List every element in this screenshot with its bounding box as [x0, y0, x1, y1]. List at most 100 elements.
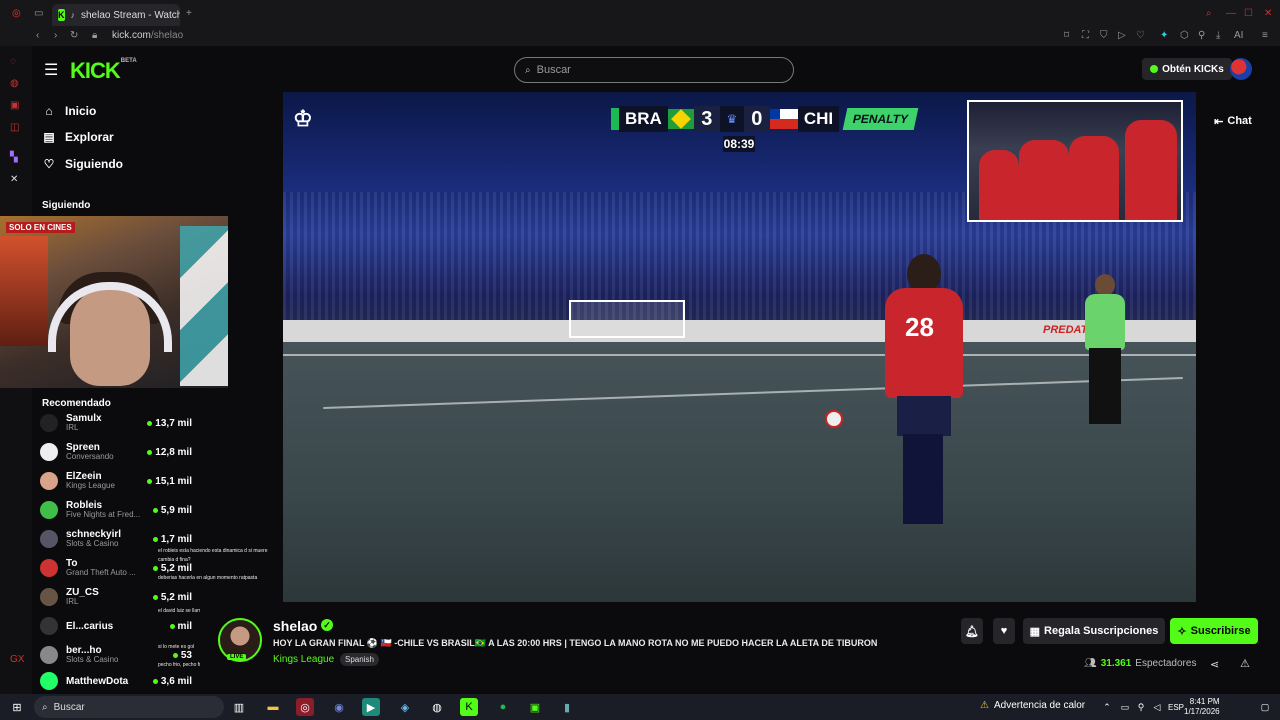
close-window-icon[interactable]: ✕ [1264, 8, 1272, 19]
channel-name[interactable]: shelao [273, 618, 317, 634]
url-field[interactable]: kick.com/shelao [112, 30, 183, 41]
x-icon[interactable]: ✕ [10, 174, 18, 185]
recommended-channel[interactable]: Samulx IRL 13,7 mil [40, 409, 192, 437]
recommended-channel[interactable]: MatthewDota 3,6 mil [40, 670, 192, 692]
obs-icon[interactable]: ◍ [428, 698, 446, 716]
clock[interactable]: 8:41 PM 1/17/2026 [1184, 697, 1220, 716]
kick-icon[interactable]: ▣ [526, 698, 544, 716]
discord-icon[interactable]: ◉ [330, 698, 348, 716]
tab-menu-icon[interactable]: ▭ [34, 8, 43, 19]
recommended-channel[interactable]: Spreen Conversando 12,8 mil [40, 438, 192, 466]
recommended-channel[interactable]: ElZeein Kings League 15,1 mil [40, 467, 192, 495]
get-kicks-button[interactable]: Obtén KICKs [1142, 58, 1232, 80]
shield-icon[interactable]: ⛉ [1100, 30, 1108, 41]
stream-category[interactable]: Kings League [273, 654, 334, 665]
steam-icon[interactable]: ◈ [396, 698, 414, 716]
share-icon[interactable]: ⋖ [1210, 658, 1219, 671]
nav-item-home[interactable]: ⌂ Inicio [42, 104, 96, 118]
taskbar-search[interactable]: ⌕ Buscar [34, 696, 224, 718]
task-view-icon[interactable]: ▥ [230, 698, 248, 716]
minimize-icon[interactable]: — [1226, 8, 1236, 19]
channel-category: Kings League [66, 482, 115, 491]
opera-gx-icon[interactable]: ◎ [296, 698, 314, 716]
follow-heart-button[interactable]: ♥ [993, 618, 1015, 644]
search-bar[interactable]: ⌕ [514, 57, 794, 83]
extension-icon[interactable]: ✦ [1160, 30, 1168, 41]
back-icon[interactable]: ‹ [36, 30, 39, 41]
report-icon[interactable]: ⚠ [1240, 657, 1250, 670]
aria-ai-icon[interactable]: AI [1234, 30, 1243, 41]
language-tag[interactable]: Spanish [340, 653, 379, 666]
kick-logo[interactable]: KICKBETA [70, 58, 137, 84]
opera-logo-icon[interactable]: ◎ [12, 8, 21, 19]
notifications-icon[interactable]: ▢ [1256, 698, 1274, 716]
gx-icon[interactable]: GX [10, 654, 24, 665]
chat-toggle-button[interactable]: ⇤ Chat [1205, 110, 1261, 132]
inset-person [1069, 136, 1119, 220]
channel-avatar [40, 559, 58, 577]
player-jersey [885, 288, 963, 398]
subscribe-button[interactable]: ✧ Suscribirse [1170, 618, 1258, 644]
puzzle-icon[interactable]: ⬡ [1180, 30, 1189, 41]
search-tabs-icon[interactable]: ⌕ [1206, 8, 1212, 19]
app2-icon[interactable]: ▮ [558, 698, 576, 716]
taskbar-search-label: Buscar [53, 701, 85, 713]
nav-item-following[interactable]: ♡ Siguiendo [42, 157, 123, 171]
notification-bell-button[interactable]: 🔔︎ [961, 618, 983, 644]
channel-avatar [40, 617, 58, 635]
instagram-icon[interactable]: ◫ [10, 122, 19, 133]
lock-icon[interactable]: 🔒︎ [92, 30, 97, 41]
viewer-count: 12,8 mil [147, 447, 192, 458]
movie-poster [0, 236, 48, 346]
weather-widget[interactable]: ⚠ Advertencia de calor [980, 700, 1085, 711]
channel-avatar [40, 472, 58, 490]
file-explorer-icon[interactable]: ▬ [264, 698, 282, 716]
maximize-icon[interactable]: ☐ [1244, 8, 1253, 19]
chat-sidebar-icon[interactable]: ▣ [10, 100, 19, 111]
menu-icon[interactable]: ≡ [1262, 30, 1268, 41]
video-player[interactable]: PREDATOR 28 ♔ BRA 3 ♛ 0 CHI PENALTY 08:3… [283, 92, 1196, 602]
clock-date: 1/17/2026 [1184, 706, 1220, 716]
channel-name: MatthewDota [66, 675, 129, 687]
kicks-coin-icon [1150, 65, 1159, 73]
hamburger-menu-icon[interactable]: ☰ [44, 60, 58, 80]
verified-icon: ✓ [321, 619, 333, 631]
recommended-section-title: Recomendado [42, 398, 111, 409]
recommended-channel[interactable]: Robleis Five Nights at Fred... 5,9 mil [40, 496, 192, 524]
twitch-icon[interactable]: ▚ [10, 152, 18, 163]
messenger-icon[interactable]: ◍ [10, 78, 19, 89]
snapshot-icon[interactable]: ⛶ [1082, 30, 1089, 41]
reload-icon[interactable]: ↻ [70, 30, 78, 41]
aria-sidebar-icon[interactable]: ◌ [10, 56, 16, 67]
channel-avatar [40, 588, 58, 606]
player-icon[interactable]: ▷ [1118, 30, 1126, 41]
kick-app-icon[interactable]: K [460, 698, 478, 716]
kick-header: ☰ KICKBETA ⌕ Obtén KICKs [32, 46, 1280, 92]
user-avatar[interactable] [1230, 58, 1252, 80]
warning-icon: ⚠ [980, 700, 989, 711]
live-dot-icon [147, 449, 153, 455]
following-section-title: Siguiendo [42, 200, 91, 211]
audio-icon[interactable]: ♪ [71, 10, 76, 20]
bookmark-icon[interactable]: ⌑ [1064, 30, 1069, 41]
pin-icon[interactable]: ⚲ [1198, 30, 1205, 41]
app-icon[interactable]: ▶ [362, 698, 380, 716]
live-dot-icon [152, 507, 158, 513]
nav-item-explore[interactable]: ▤ Explorar [42, 130, 113, 144]
tray-chevron-icon[interactable]: ⌃ [1098, 698, 1116, 716]
channel-name: ZU_CS [66, 587, 99, 599]
channel-avatar [40, 443, 58, 461]
browser-tab[interactable]: K ♪ shelao Stream - Watch ✕ [52, 4, 180, 26]
referee-shirt [1085, 294, 1125, 350]
forward-icon[interactable]: › [54, 30, 57, 41]
viewer-count: 3,6 mil [152, 676, 192, 687]
referee-legs [1089, 348, 1121, 424]
viewers-number: 31.361 [1100, 658, 1132, 669]
new-tab-icon[interactable]: + [186, 8, 192, 19]
spotify-icon[interactable]: ● [494, 698, 512, 716]
windows-start-icon[interactable]: ⊞ [8, 698, 26, 716]
gift-subscriptions-button[interactable]: ▦ Regala Suscripciones [1023, 618, 1165, 644]
favorite-icon[interactable]: ♡ [1136, 30, 1145, 41]
download-icon[interactable]: ⤓ [1216, 30, 1220, 41]
search-input[interactable] [536, 64, 767, 76]
